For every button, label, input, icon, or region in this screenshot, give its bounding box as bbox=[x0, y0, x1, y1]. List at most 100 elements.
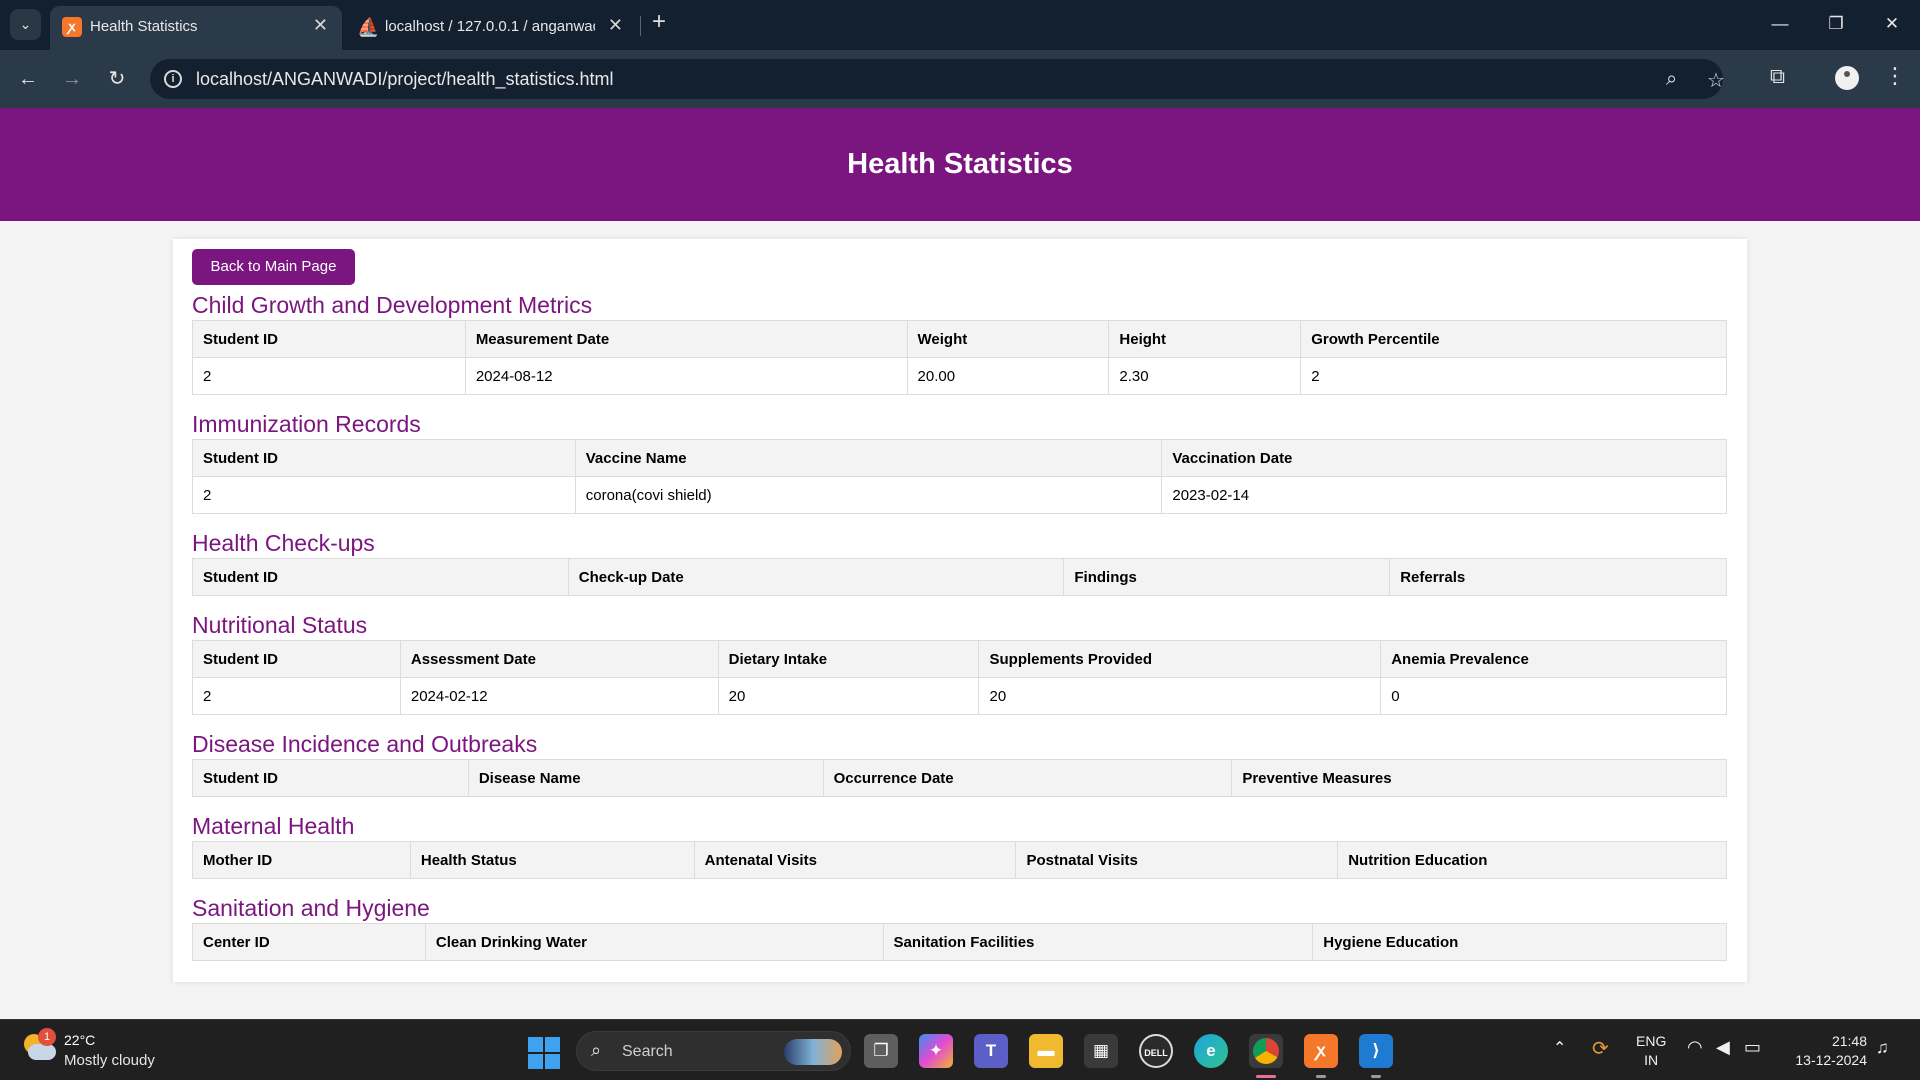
taskbar-search[interactable]: ⌕ Search bbox=[576, 1031, 851, 1071]
active-app-indicator bbox=[1256, 1075, 1276, 1078]
bookmark-star-icon[interactable]: ☆ bbox=[1707, 68, 1725, 93]
column-header: Assessment Date bbox=[399, 640, 719, 678]
sync-icon[interactable]: ⟳ bbox=[1592, 1036, 1609, 1061]
back-to-main-button[interactable]: Back to Main Page bbox=[192, 249, 355, 285]
url-text[interactable]: localhost/ANGANWADI/project/health_stati… bbox=[196, 69, 613, 90]
column-header: Antenatal Visits bbox=[693, 841, 1017, 879]
table-cell: 2023-02-14 bbox=[1161, 476, 1727, 514]
nutrition-table: Student ID Assessment Date Dietary Intak… bbox=[192, 640, 1727, 715]
tab-phpmyadmin[interactable]: ⛵ localhost / 127.0.0.1 / anganwadi ✕ bbox=[345, 6, 637, 50]
phpmyadmin-icon: ⛵ bbox=[357, 17, 380, 37]
column-header: Findings bbox=[1063, 558, 1391, 596]
minimize-icon[interactable]: — bbox=[1752, 0, 1808, 50]
close-icon[interactable]: ✕ bbox=[313, 15, 328, 36]
copilot-icon[interactable]: ✦ bbox=[919, 1034, 953, 1068]
more-menu-icon[interactable]: ⋮ bbox=[1884, 63, 1906, 89]
column-header: Student ID bbox=[192, 640, 401, 678]
task-view-icon[interactable]: ❐ bbox=[864, 1034, 898, 1068]
language-indicator[interactable]: ENG IN bbox=[1636, 1032, 1666, 1070]
table-cell: 20 bbox=[978, 677, 1382, 715]
edge-icon[interactable]: e bbox=[1194, 1034, 1228, 1068]
section-title-sanitation: Sanitation and Hygiene bbox=[192, 895, 430, 921]
restore-icon[interactable]: ❐ bbox=[1808, 0, 1864, 50]
table-header-row: Center ID Clean Drinking Water Sanitatio… bbox=[192, 923, 1727, 961]
volume-icon[interactable]: ◀ bbox=[1716, 1037, 1730, 1058]
forward-arrow-icon[interactable]: → bbox=[58, 65, 86, 93]
running-app-indicator bbox=[1371, 1075, 1381, 1078]
table-header-row: Student ID Assessment Date Dietary Intak… bbox=[192, 640, 1727, 678]
file-explorer-icon[interactable]: ▬ bbox=[1029, 1034, 1063, 1068]
table-cell: 20.00 bbox=[906, 357, 1110, 395]
wifi-icon[interactable]: ◠ bbox=[1687, 1037, 1703, 1058]
tab-divider bbox=[640, 16, 641, 36]
column-header: Check-up Date bbox=[567, 558, 1065, 596]
column-header: Hygiene Education bbox=[1312, 923, 1727, 961]
section-title-growth: Child Growth and Development Metrics bbox=[192, 292, 593, 318]
vscode-icon[interactable]: ⟩ bbox=[1359, 1034, 1393, 1068]
column-header: Occurrence Date bbox=[822, 759, 1233, 797]
table-header-row: Student ID Check-up Date Findings Referr… bbox=[192, 558, 1727, 596]
search-icon: ⌕ bbox=[591, 1040, 602, 1060]
teams-icon[interactable]: T bbox=[974, 1034, 1008, 1068]
table-cell: 0 bbox=[1380, 677, 1727, 715]
new-tab-button[interactable]: + bbox=[652, 8, 666, 36]
column-header: Student ID bbox=[192, 759, 469, 797]
tab-health-statistics[interactable]: ꭗ Health Statistics ✕ bbox=[50, 6, 342, 50]
chrome-icon[interactable] bbox=[1249, 1034, 1283, 1068]
table-cell: 2024-02-12 bbox=[399, 677, 719, 715]
immunization-table: Student ID Vaccine Name Vaccination Date… bbox=[192, 439, 1727, 514]
system-clock[interactable]: 21:48 13-12-2024 bbox=[1785, 1032, 1867, 1070]
close-window-icon[interactable]: ✕ bbox=[1864, 0, 1920, 50]
column-header: Center ID bbox=[192, 923, 426, 961]
column-header: Vaccination Date bbox=[1161, 439, 1727, 477]
growth-table: Student ID Measurement Date Weight Heigh… bbox=[192, 320, 1727, 395]
running-app-indicator bbox=[1316, 1075, 1326, 1078]
zoom-icon[interactable]: ⌕ bbox=[1666, 68, 1677, 91]
dell-icon[interactable]: DELL bbox=[1139, 1034, 1173, 1068]
page-header: Health Statistics bbox=[0, 108, 1920, 221]
table-header-row: Mother ID Health Status Antenatal Visits… bbox=[192, 841, 1727, 879]
section-title-nutrition: Nutritional Status bbox=[192, 612, 368, 638]
column-header: Disease Name bbox=[467, 759, 824, 797]
weather-description[interactable]: Mostly cloudy bbox=[64, 1052, 155, 1069]
content-container: Back to Main Page Child Growth and Devel… bbox=[173, 239, 1747, 982]
notification-badge: 1 bbox=[38, 1028, 56, 1046]
address-bar[interactable]: i localhost/ANGANWADI/project/health_sta… bbox=[150, 59, 1725, 99]
chevron-up-icon[interactable]: ⌃ bbox=[1553, 1038, 1566, 1058]
battery-icon[interactable]: ▭ bbox=[1744, 1037, 1761, 1058]
table-cell: 2 bbox=[192, 476, 576, 514]
tab-search-button[interactable]: ⌄ bbox=[10, 9, 41, 40]
sanitation-table: Center ID Clean Drinking Water Sanitatio… bbox=[192, 923, 1727, 961]
column-header: Sanitation Facilities bbox=[882, 923, 1314, 961]
column-header: Supplements Provided bbox=[978, 640, 1382, 678]
section-title-disease: Disease Incidence and Outbreaks bbox=[192, 731, 538, 757]
table-cell: 2 bbox=[1300, 357, 1727, 395]
column-header: Growth Percentile bbox=[1300, 320, 1727, 358]
reload-icon[interactable]: ↻ bbox=[103, 65, 131, 93]
column-header: Vaccine Name bbox=[574, 439, 1163, 477]
table-cell: 2.30 bbox=[1108, 357, 1302, 395]
column-header: Student ID bbox=[192, 320, 466, 358]
profile-avatar[interactable] bbox=[1835, 66, 1859, 90]
browser-tab-strip: ⌄ ꭗ Health Statistics ✕ ⛵ localhost / 12… bbox=[0, 0, 1920, 50]
xampp-icon[interactable]: ꭗ bbox=[1304, 1034, 1338, 1068]
site-info-icon[interactable]: i bbox=[164, 70, 182, 88]
back-arrow-icon[interactable]: ← bbox=[14, 65, 42, 93]
column-header: Measurement Date bbox=[464, 320, 908, 358]
column-header: Preventive Measures bbox=[1231, 759, 1727, 797]
table-header-row: Student ID Vaccine Name Vaccination Date bbox=[192, 439, 1727, 477]
column-header: Dietary Intake bbox=[717, 640, 980, 678]
disease-table: Student ID Disease Name Occurrence Date … bbox=[192, 759, 1727, 797]
checkups-table: Student ID Check-up Date Findings Referr… bbox=[192, 558, 1727, 596]
table-cell: 2 bbox=[192, 357, 466, 395]
weather-temperature[interactable]: 22°C bbox=[64, 1032, 95, 1048]
table-row: 2 corona(covi shield) 2023-02-14 bbox=[192, 476, 1727, 514]
microsoft-store-icon[interactable]: ▦ bbox=[1084, 1034, 1118, 1068]
maternal-table: Mother ID Health Status Antenatal Visits… bbox=[192, 841, 1727, 879]
close-icon[interactable]: ✕ bbox=[608, 15, 623, 36]
notification-bell-icon[interactable]: ♫ bbox=[1876, 1038, 1889, 1058]
windows-start-icon[interactable] bbox=[528, 1037, 560, 1069]
extensions-icon[interactable]: ⧉ bbox=[1770, 65, 1785, 89]
language-code: ENG bbox=[1636, 1033, 1667, 1049]
table-cell: 2 bbox=[192, 677, 401, 715]
